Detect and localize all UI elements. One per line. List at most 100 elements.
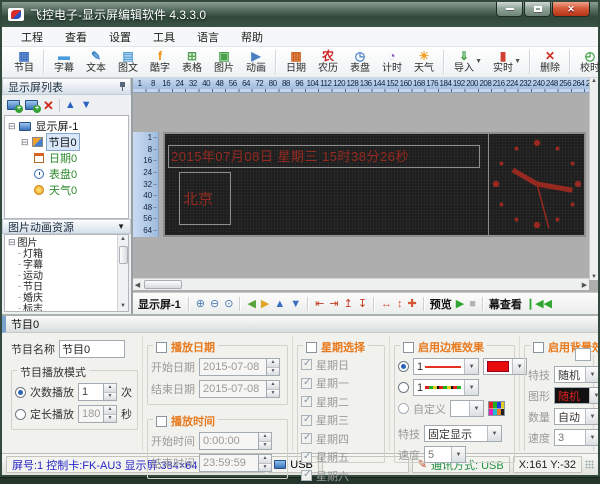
weekday-checkbox[interactable]: [301, 359, 312, 370]
close-button[interactable]: ✕: [552, 2, 590, 17]
dazzle-color-combo[interactable]: 1 ▼: [413, 379, 479, 396]
play-button[interactable]: ▶: [455, 297, 465, 311]
weather-button[interactable]: ☀天气: [408, 48, 440, 76]
menu-item[interactable]: 帮助: [230, 27, 274, 47]
zoom-reset-button[interactable]: ⊙: [223, 297, 234, 311]
tree-item[interactable]: 天气0: [5, 182, 128, 198]
scroll-left-icon[interactable]: ◀: [133, 281, 142, 289]
background-color-swatch[interactable]: [575, 348, 591, 361]
weekday-checkbox[interactable]: [301, 378, 312, 389]
single-color-radio[interactable]: [398, 361, 409, 372]
background-effect-checkbox[interactable]: [533, 342, 544, 353]
lunar-button[interactable]: 农农历: [312, 48, 344, 76]
count-spinner[interactable]: 1 ▲▼: [78, 383, 117, 401]
title-bar[interactable]: 飞控电子-显示屏编辑软件 4.3.3.0 ✕: [2, 2, 598, 27]
spin-up-icon[interactable]: ▲: [267, 359, 279, 368]
add-screen-button[interactable]: +: [7, 100, 20, 110]
date-widget[interactable]: 2015年07月08日 星期三 15时38分26秒: [168, 145, 480, 168]
program-name-input[interactable]: [59, 340, 125, 358]
sync-time-button[interactable]: ◴校时: [574, 48, 600, 76]
pin-icon[interactable]: [120, 82, 125, 91]
start-time-value[interactable]: 0:00:00: [200, 433, 258, 449]
spin-down-icon[interactable]: ▼: [267, 390, 279, 398]
custom-color-radio[interactable]: [398, 403, 409, 414]
delete-node-button[interactable]: ✕: [43, 99, 54, 112]
subtitle-button[interactable]: ▬字幕: [48, 48, 80, 76]
move-up-button[interactable]: ▲: [65, 99, 76, 111]
align-top-button[interactable]: ↥: [343, 297, 354, 311]
play-date-checkbox[interactable]: [156, 342, 167, 353]
resource-header[interactable]: 图片动画资源 ▼: [2, 219, 131, 234]
timer-button[interactable]: ◔计时: [376, 48, 408, 76]
first-frame-button[interactable]: ❙◀◀: [525, 297, 553, 311]
add-program-button[interactable]: +: [25, 100, 38, 110]
spin-up-icon[interactable]: ▲: [104, 384, 116, 393]
stretch-vertical-button[interactable]: ↕: [396, 297, 404, 311]
expand-toggle-icon[interactable]: ⊟: [8, 121, 16, 131]
spin-up-icon[interactable]: ▲: [267, 381, 279, 390]
fixed-value[interactable]: 180: [79, 406, 103, 422]
graphic-text-button[interactable]: ▤图文: [112, 48, 144, 76]
maximize-button[interactable]: [524, 2, 551, 17]
resource-item[interactable]: ‐标志: [8, 302, 117, 311]
expand-toggle-icon[interactable]: ⊟: [8, 237, 16, 247]
count-play-radio[interactable]: [15, 387, 26, 398]
end-date-value[interactable]: 2015-07-08: [200, 381, 266, 397]
text-button[interactable]: ✎文本: [80, 48, 112, 76]
picture-button[interactable]: ▣图片: [208, 48, 240, 76]
import-button[interactable]: ⇓导入▼: [448, 48, 480, 76]
delete-button[interactable]: ✕删除: [534, 48, 566, 76]
minimize-button[interactable]: [496, 2, 523, 17]
align-bottom-button[interactable]: ↧: [357, 297, 368, 311]
tree-item[interactable]: 日期0: [5, 150, 128, 166]
menu-item[interactable]: 查看: [54, 27, 98, 47]
count-value[interactable]: 1: [79, 384, 103, 400]
menu-item[interactable]: 工具: [142, 27, 186, 47]
fill-screen-button[interactable]: ✚: [407, 297, 418, 311]
expand-toggle-icon[interactable]: ⊟: [21, 137, 29, 147]
weather-widget[interactable]: 北京: [179, 172, 231, 225]
realtime-button[interactable]: ▮实时▼: [487, 48, 519, 76]
border-effect-checkbox[interactable]: [403, 342, 414, 353]
end-time-spinner[interactable]: 23:59:59 ▲▼: [199, 454, 272, 472]
cool-font-button[interactable]: f酷字: [144, 48, 176, 76]
stretch-horizontal-button[interactable]: ↔: [380, 297, 393, 311]
tree-item[interactable]: ⊟显示屏-1: [5, 118, 128, 134]
screen-tab[interactable]: 显示屏-1: [138, 296, 181, 312]
scroll-up-icon[interactable]: ▲: [591, 78, 597, 84]
bg-count-combo[interactable]: 自动 ▼: [554, 408, 598, 425]
weekday-checkbox[interactable]: [301, 396, 312, 407]
bg-speed-combo[interactable]: 3 ▼: [554, 429, 598, 446]
spin-down-icon[interactable]: ▼: [104, 415, 116, 423]
border-speed-combo[interactable]: 5 ▼: [424, 446, 466, 463]
end-date-spinner[interactable]: 2015-07-08 ▲▼: [199, 380, 280, 398]
spinner-buttons[interactable]: ▲▼: [258, 433, 271, 449]
spinner-buttons[interactable]: ▲▼: [266, 381, 279, 397]
zoom-out-button[interactable]: ⊖: [209, 297, 220, 311]
start-date-spinner[interactable]: 2015-07-08 ▲▼: [199, 358, 280, 376]
spin-up-icon[interactable]: ▲: [259, 455, 271, 464]
palette-button[interactable]: [488, 401, 505, 416]
move-right-button[interactable]: ▶: [260, 297, 270, 311]
end-time-value[interactable]: 23:59:59: [200, 455, 258, 471]
spin-up-icon[interactable]: ▲: [104, 406, 116, 415]
scroll-thumb[interactable]: [119, 246, 128, 264]
custom-combo[interactable]: ▼: [450, 400, 484, 417]
scroll-thumb[interactable]: [144, 280, 182, 289]
program-button[interactable]: ▦节目: [8, 48, 40, 76]
spinner-buttons[interactable]: ▲▼: [266, 359, 279, 375]
move-down-button[interactable]: ▼: [81, 99, 92, 111]
start-time-spinner[interactable]: 0:00:00 ▲▼: [199, 432, 272, 450]
weekday-checkbox[interactable]: [301, 470, 312, 481]
fixed-spinner[interactable]: 180 ▲▼: [78, 405, 117, 423]
spinner-buttons[interactable]: ▲▼: [258, 455, 271, 471]
scroll-down-icon[interactable]: ▼: [120, 302, 126, 311]
table-button[interactable]: ⊞表格: [176, 48, 208, 76]
spinner-buttons[interactable]: ▲▼: [103, 406, 116, 422]
spin-down-icon[interactable]: ▼: [104, 393, 116, 401]
single-color-combo[interactable]: 1 ▼: [413, 358, 479, 375]
dazzle-color-radio[interactable]: [398, 382, 409, 393]
align-left-button[interactable]: ⇤: [314, 297, 325, 311]
border-effect-type-combo[interactable]: 固定显示 ▼: [424, 425, 502, 442]
stop-button[interactable]: ■: [468, 297, 477, 311]
